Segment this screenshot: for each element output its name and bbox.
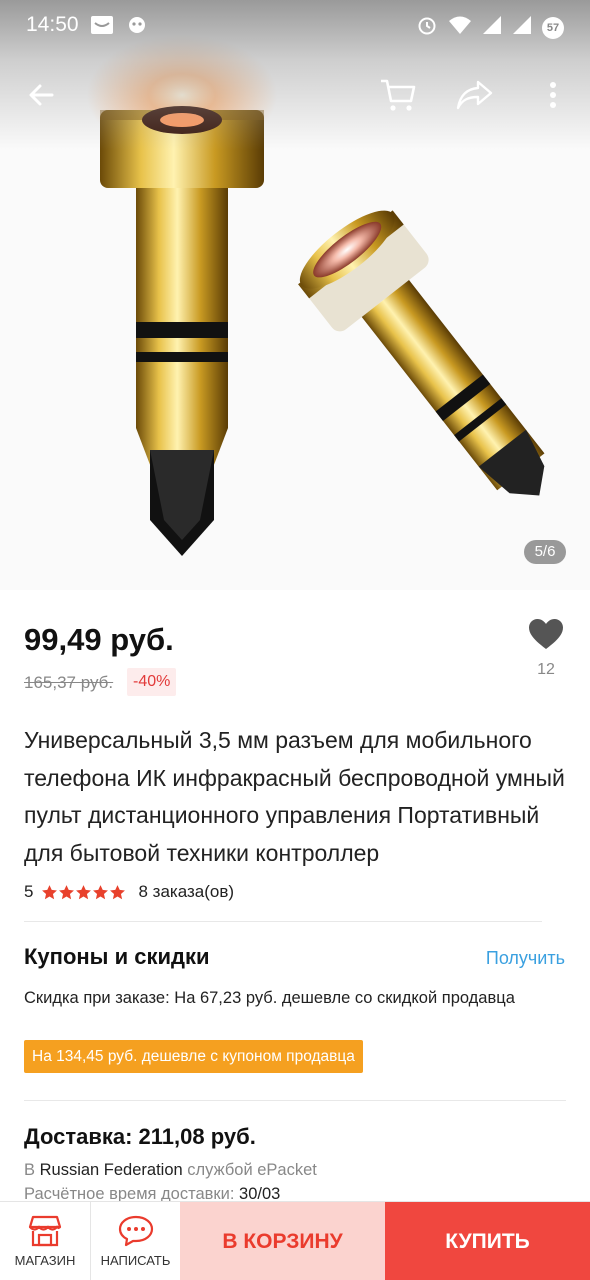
status-time: 14:50 [26, 13, 79, 36]
wishlist-count: 12 [537, 661, 555, 678]
product-image-gallery[interactable]: 14:50 57 5/6 [0, 0, 590, 590]
delivery-service: службой ePacket [187, 1161, 317, 1179]
signal-icon [482, 15, 502, 41]
mail-notification-icon [90, 14, 114, 42]
star-icon [42, 884, 58, 899]
buy-now-button[interactable]: КУПИТЬ [385, 1202, 590, 1280]
more-vert-icon [550, 82, 556, 108]
image-counter: 5/6 [524, 540, 566, 564]
message-seller-button[interactable]: НАПИСАТЬ [90, 1202, 180, 1280]
bottom-action-bar: МАГАЗИН НАПИСАТЬ В КОРЗИНУ КУПИТЬ [0, 1201, 590, 1280]
discount-badge: -40% [127, 668, 177, 696]
alarm-icon [416, 14, 438, 42]
status-bar: 14:50 57 [0, 0, 590, 52]
rating-row[interactable]: 5 8 заказа(ов) [24, 880, 234, 904]
star-icon [59, 884, 75, 899]
message-label: НАПИСАТЬ [100, 1253, 171, 1268]
delivery-prefix: В [24, 1161, 36, 1179]
back-arrow-icon [29, 84, 54, 106]
product-screen: 14:50 57 5/6 99,49 руб. 165,37 руб. -40%… [0, 0, 590, 1280]
star-icon [76, 884, 92, 899]
cart-icon [381, 79, 416, 111]
share-icon [456, 80, 493, 110]
signal-icon-2 [512, 15, 532, 41]
seller-coupon-tag[interactable]: На 134,45 руб. дешевле с купоном продавц… [24, 1040, 363, 1073]
wifi-icon [448, 15, 472, 41]
orders-count: 8 заказа(ов) [138, 882, 235, 901]
more-button[interactable] [528, 70, 578, 120]
battery-icon: 57 [542, 17, 564, 39]
rating-stars [41, 884, 126, 901]
store-icon [28, 1215, 62, 1247]
cart-button[interactable] [373, 70, 423, 120]
rating-value: 5 [24, 882, 34, 901]
add-to-cart-button[interactable]: В КОРЗИНУ [180, 1202, 385, 1280]
store-label: МАГАЗИН [14, 1253, 76, 1268]
divider [24, 921, 542, 922]
wishlist-button[interactable]: 12 [522, 618, 570, 688]
delivery-title: Доставка: 211,08 руб. [24, 1124, 256, 1149]
old-price: 165,37 руб. [24, 673, 114, 692]
back-button[interactable] [16, 70, 66, 120]
app-notification-icon [126, 14, 148, 42]
chat-bubble-icon [118, 1215, 153, 1247]
delivery-destination[interactable]: В Russian Federation службой ePacket [24, 1161, 317, 1180]
product-toolbar [0, 62, 590, 128]
delivery-country: Russian Federation [39, 1161, 183, 1179]
divider [24, 1100, 566, 1101]
star-icon [110, 884, 126, 899]
star-icon [93, 884, 109, 899]
get-coupon-link[interactable]: Получить [486, 948, 565, 969]
coupon-discount-text: Скидка при заказе: На 67,23 руб. дешевле… [24, 989, 515, 1007]
current-price: 99,49 руб. [24, 622, 174, 657]
share-button[interactable] [450, 70, 500, 120]
store-button[interactable]: МАГАЗИН [0, 1202, 90, 1280]
coupons-title: Купоны и скидки [24, 944, 210, 969]
heart-icon [529, 619, 563, 649]
product-title: Универсальный 3,5 мм разъем для мобильно… [24, 727, 565, 866]
